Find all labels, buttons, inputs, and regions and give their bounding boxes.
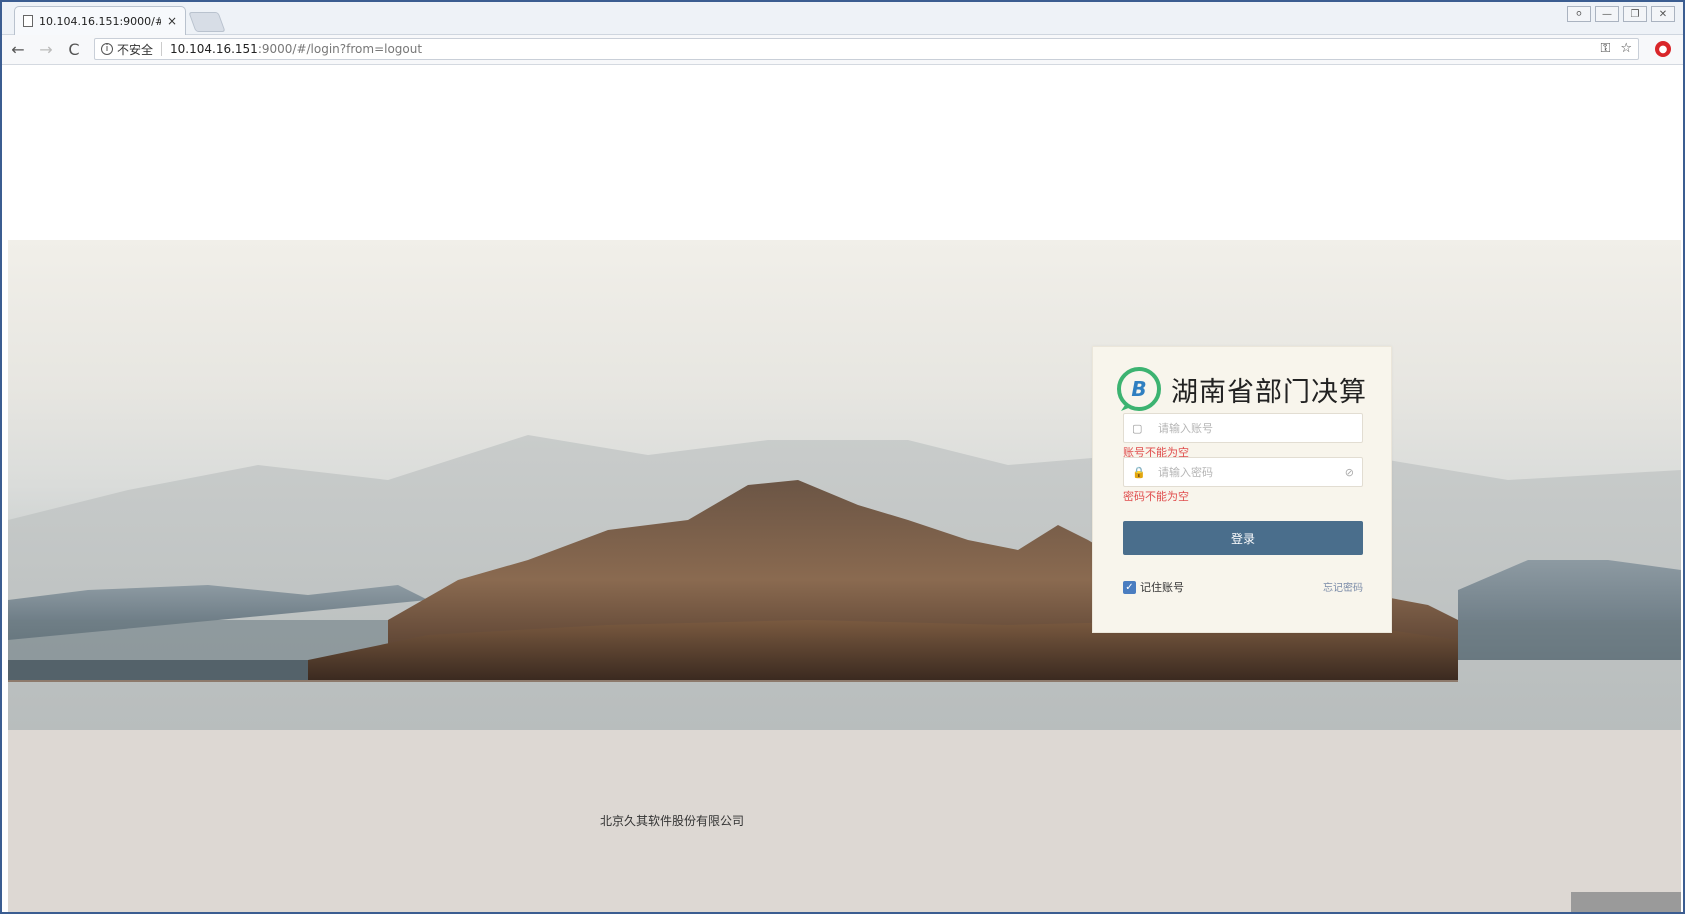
forward-button[interactable]: → [34,38,58,62]
logo-letter: B [1131,377,1146,401]
tab-strip: 10.104.16.151:9000/#/l × ⚪ — ❐ ✕ [2,2,1683,35]
remember-label: 记住账号 [1140,581,1184,594]
bookmark-star-icon[interactable]: ☆ [1620,41,1632,56]
account-field[interactable]: ▢ [1123,413,1363,443]
address-actions: ⚿ ☆ [1600,41,1632,56]
password-field[interactable]: 🔒 ⊘ [1123,457,1363,487]
page-content: B 湖南省部门决算 ▢ 账号不能为空 🔒 ⊘ 密码不能为空 登录 ✓ 记住账号 … [8,65,1681,912]
tab-title: 10.104.16.151:9000/#/l [39,14,161,28]
browser-window: 10.104.16.151:9000/#/l × ⚪ — ❐ ✕ ← → C i… [0,0,1685,914]
checkbox-checked-icon[interactable]: ✓ [1123,580,1136,594]
window-controls: ⚪ — ❐ ✕ [1567,6,1675,22]
remember-account[interactable]: ✓ 记住账号 [1123,579,1184,595]
account-input[interactable] [1158,421,1328,435]
new-tab-button[interactable] [188,12,226,32]
brand-header: B 湖南省部门决算 [1115,365,1367,413]
restore-button[interactable]: ❐ [1623,6,1647,22]
browser-tab[interactable]: 10.104.16.151:9000/#/l × [14,6,186,35]
mountain-background [8,240,1681,730]
url-path: :9000/#/login?from=logout [257,42,423,56]
page-icon [23,15,33,27]
eye-off-icon[interactable]: ⊘ [1345,466,1354,479]
extension-icon[interactable]: ● [1655,41,1671,57]
company-name: 北京久其软件股份有限公司 [600,814,745,828]
back-button[interactable]: ← [6,38,30,62]
mountain-illustration [8,435,1681,730]
close-tab-icon[interactable]: × [167,14,177,28]
close-window-button[interactable]: ✕ [1651,6,1675,22]
reload-button[interactable]: C [62,38,86,62]
address-separator [161,42,163,56]
url-host: 10.104.16.151 [170,42,258,56]
password-error: 密码不能为空 [1123,490,1189,503]
login-card: B 湖南省部门决算 ▢ 账号不能为空 🔒 ⊘ 密码不能为空 登录 ✓ 记住账号 … [1092,346,1392,633]
user-icon: ▢ [1132,421,1143,435]
password-input[interactable] [1158,465,1328,479]
info-icon[interactable]: i [101,43,113,55]
lock-icon: 🔒 [1132,465,1146,479]
address-bar[interactable]: i 不安全 10.104.16.151:9000/#/login?from=lo… [94,38,1639,60]
app-logo-icon: B [1117,367,1161,411]
key-icon[interactable]: ⚿ [1600,41,1610,56]
page-footer: 北京久其软件股份有限公司 [8,730,1681,912]
login-button[interactable]: 登录 [1123,521,1363,555]
security-label: 不安全 [117,42,154,57]
app-title: 湖南省部门决算 [1171,376,1367,408]
scrollbar-thumb[interactable] [1571,892,1681,912]
minimize-button[interactable]: — [1595,6,1619,22]
user-icon[interactable]: ⚪ [1567,6,1591,22]
browser-toolbar: ← → C i 不安全 10.104.16.151:9000/#/login?f… [2,35,1683,65]
forgot-password-link[interactable]: 忘记密码 [1323,579,1363,594]
